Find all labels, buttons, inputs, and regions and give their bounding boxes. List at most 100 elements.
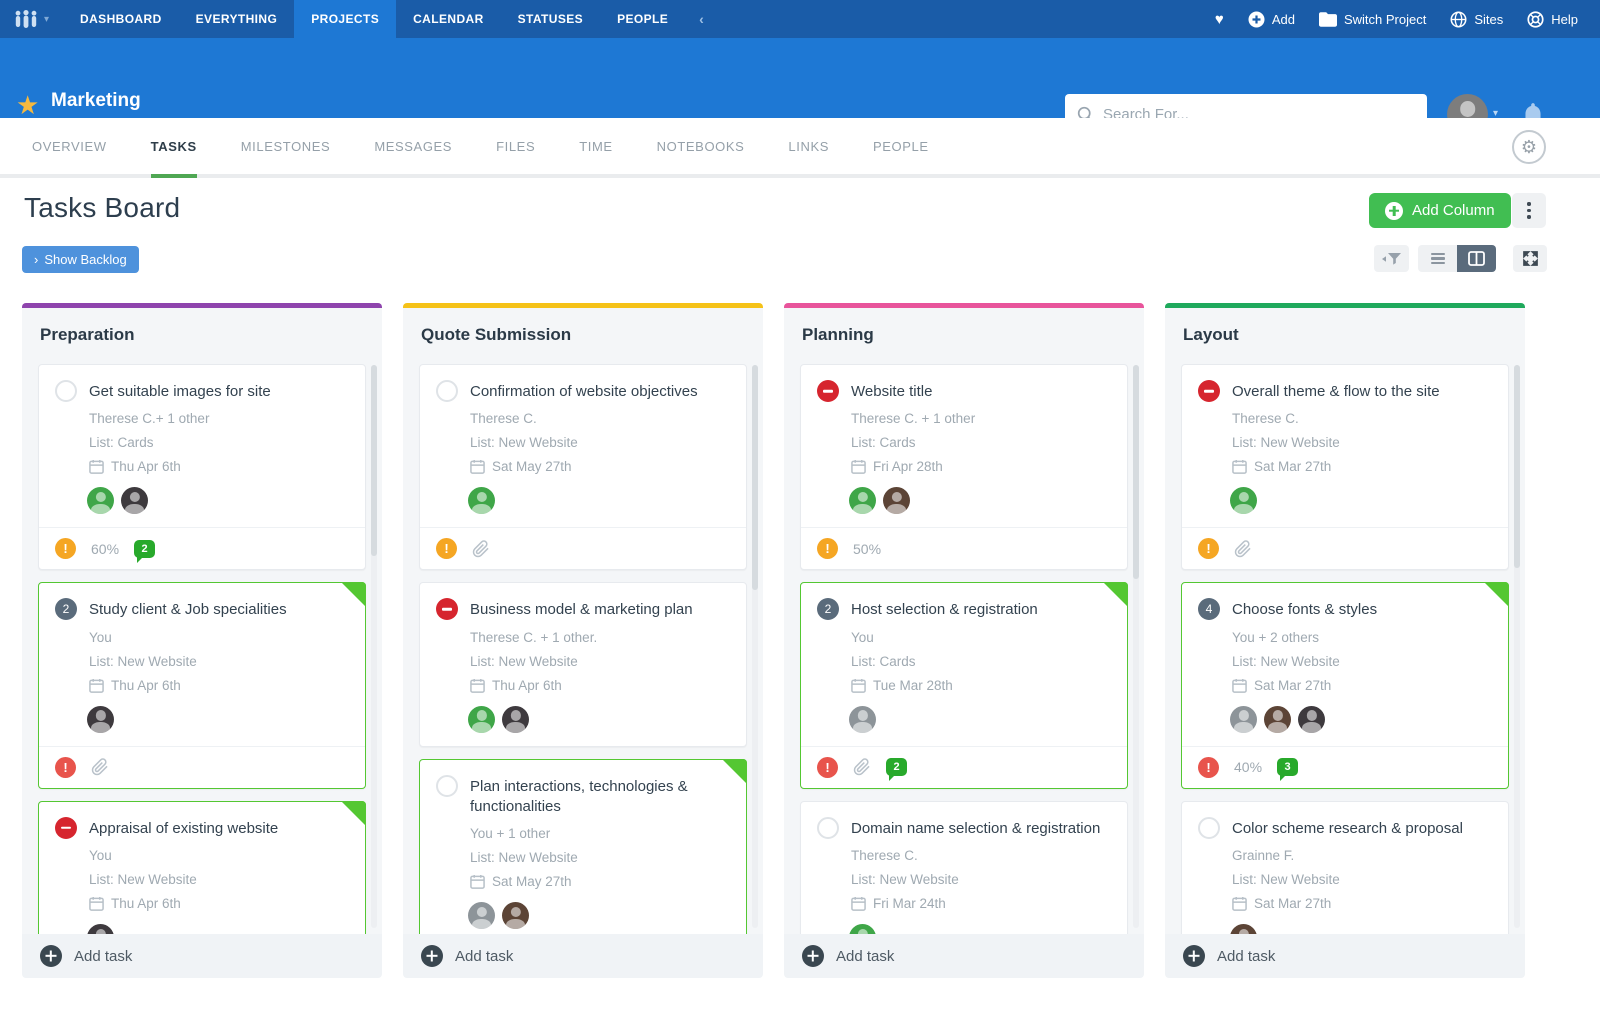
tab-time[interactable]: TIME xyxy=(579,118,612,178)
calendar-icon xyxy=(470,874,485,889)
add-button[interactable]: Add xyxy=(1248,11,1295,28)
avatar[interactable] xyxy=(468,487,495,514)
nav-item-people[interactable]: PEOPLE xyxy=(600,0,685,38)
comments-count-icon[interactable]: 2 xyxy=(134,540,155,558)
plus-circle-icon xyxy=(1248,11,1265,28)
nav-item-statuses[interactable]: STATUSES xyxy=(501,0,600,38)
board-view-button[interactable] xyxy=(1457,245,1496,272)
task-late-icon[interactable] xyxy=(1198,380,1220,402)
task-card[interactable]: 4 Choose fonts & styles You + 2 others L… xyxy=(1181,582,1509,788)
add-task-button[interactable]: Add task xyxy=(403,934,763,978)
task-card[interactable]: Overall theme & flow to the site Therese… xyxy=(1181,364,1509,570)
folder-icon xyxy=(1319,12,1337,27)
task-card[interactable]: Get suitable images for site Therese C.+… xyxy=(38,364,366,570)
tasks-board: Preparation Get suitable images for site… xyxy=(22,303,1525,978)
add-task-button[interactable]: Add task xyxy=(22,934,382,978)
avatar[interactable] xyxy=(121,487,148,514)
board-options-kebab-icon[interactable] xyxy=(1512,193,1546,228)
task-complete-circle[interactable] xyxy=(55,380,77,402)
task-title: Business model & marketing plan xyxy=(470,598,693,620)
star-icon[interactable]: ★ xyxy=(16,90,39,121)
tab-messages[interactable]: MESSAGES xyxy=(374,118,452,178)
column-scrollbar[interactable] xyxy=(1514,365,1520,928)
task-card[interactable]: Business model & marketing plan Therese … xyxy=(419,582,747,746)
task-complete-circle[interactable] xyxy=(436,380,458,402)
task-assignee: Therese C.+ 1 other xyxy=(89,411,349,426)
task-card[interactable]: Color scheme research & proposal Grainne… xyxy=(1181,801,1509,935)
settings-gear-icon[interactable]: ⚙ xyxy=(1512,130,1546,164)
avatar[interactable] xyxy=(87,487,114,514)
task-card[interactable]: Plan interactions, technologies & functi… xyxy=(419,759,747,935)
task-card[interactable]: 2 Host selection & registration You List… xyxy=(800,582,1128,788)
avatar[interactable] xyxy=(1230,924,1257,934)
subtask-count-badge[interactable]: 2 xyxy=(55,598,77,620)
list-view-button[interactable] xyxy=(1418,245,1457,272)
nav-collapse-chevron[interactable]: ‹ xyxy=(685,0,718,38)
task-complete-circle[interactable] xyxy=(1198,817,1220,839)
avatar[interactable] xyxy=(849,706,876,733)
nav-item-calendar[interactable]: CALENDAR xyxy=(396,0,501,38)
nav-item-dashboard[interactable]: DASHBOARD xyxy=(63,0,179,38)
avatar[interactable] xyxy=(883,487,910,514)
favorites-button[interactable]: ♥ xyxy=(1215,11,1224,28)
avatar[interactable] xyxy=(502,706,529,733)
paperclip-icon xyxy=(472,540,490,558)
avatar[interactable] xyxy=(87,924,114,934)
tab-links[interactable]: LINKS xyxy=(788,118,829,178)
globe-icon xyxy=(1450,11,1467,28)
task-complete-circle[interactable] xyxy=(817,817,839,839)
comments-count-icon[interactable]: 3 xyxy=(1277,758,1298,776)
nav-item-everything[interactable]: EVERYTHING xyxy=(179,0,295,38)
task-card-footer: ! 2 xyxy=(801,746,1127,788)
nav-item-projects[interactable]: PROJECTS xyxy=(294,0,396,38)
switch-project-button[interactable]: Switch Project xyxy=(1319,12,1426,27)
avatar[interactable] xyxy=(1264,706,1291,733)
avatar[interactable] xyxy=(502,902,529,929)
task-late-icon[interactable] xyxy=(436,598,458,620)
avatar[interactable] xyxy=(468,902,495,929)
task-title: Domain name selection & registration xyxy=(851,817,1100,839)
fullscreen-expand-button[interactable] xyxy=(1513,245,1547,272)
tab-overview[interactable]: OVERVIEW xyxy=(32,118,107,178)
sites-button[interactable]: Sites xyxy=(1450,11,1503,28)
show-backlog-button[interactable]: › Show Backlog xyxy=(22,246,139,273)
tab-people[interactable]: PEOPLE xyxy=(873,118,929,178)
avatar[interactable] xyxy=(1230,487,1257,514)
add-column-button[interactable]: Add Column xyxy=(1369,193,1511,228)
subtask-count-badge[interactable]: 4 xyxy=(1198,598,1220,620)
avatar[interactable] xyxy=(1298,706,1325,733)
task-title: Confirmation of website objectives xyxy=(470,380,698,402)
task-card[interactable]: Appraisal of existing website You List: … xyxy=(38,801,366,935)
avatar[interactable] xyxy=(849,487,876,514)
avatar[interactable] xyxy=(1230,706,1257,733)
subtask-count-badge[interactable]: 2 xyxy=(817,598,839,620)
add-task-button[interactable]: Add task xyxy=(1165,934,1525,978)
task-avatars xyxy=(468,487,730,514)
avatar[interactable] xyxy=(87,706,114,733)
task-late-icon[interactable] xyxy=(817,380,839,402)
avatar[interactable] xyxy=(468,706,495,733)
filter-funnel-icon xyxy=(1382,252,1402,266)
task-card[interactable]: 2 Study client & Job specialities You Li… xyxy=(38,582,366,788)
task-late-icon[interactable] xyxy=(55,817,77,839)
comments-count-icon[interactable]: 2 xyxy=(886,758,907,776)
app-logo[interactable]: ▾ xyxy=(0,0,63,38)
task-card[interactable]: Domain name selection & registration The… xyxy=(800,801,1128,935)
task-card[interactable]: Confirmation of website objectives There… xyxy=(419,364,747,570)
filter-button[interactable] xyxy=(1374,245,1409,272)
tab-tasks[interactable]: TASKS xyxy=(151,118,197,178)
tab-milestones[interactable]: MILESTONES xyxy=(241,118,331,178)
column-scrollbar[interactable] xyxy=(752,365,758,928)
task-avatars xyxy=(1230,924,1492,934)
column-scrollbar[interactable] xyxy=(371,365,377,928)
column-scrollbar[interactable] xyxy=(1133,365,1139,928)
task-assignee: You xyxy=(89,848,349,863)
task-complete-circle[interactable] xyxy=(436,775,458,797)
add-task-button[interactable]: Add task xyxy=(784,934,1144,978)
sites-label: Sites xyxy=(1474,12,1503,27)
tab-files[interactable]: FILES xyxy=(496,118,535,178)
avatar[interactable] xyxy=(849,924,876,934)
task-card[interactable]: Website title Therese C. + 1 other List:… xyxy=(800,364,1128,570)
help-button[interactable]: Help xyxy=(1527,11,1578,28)
tab-notebooks[interactable]: NOTEBOOKS xyxy=(657,118,745,178)
